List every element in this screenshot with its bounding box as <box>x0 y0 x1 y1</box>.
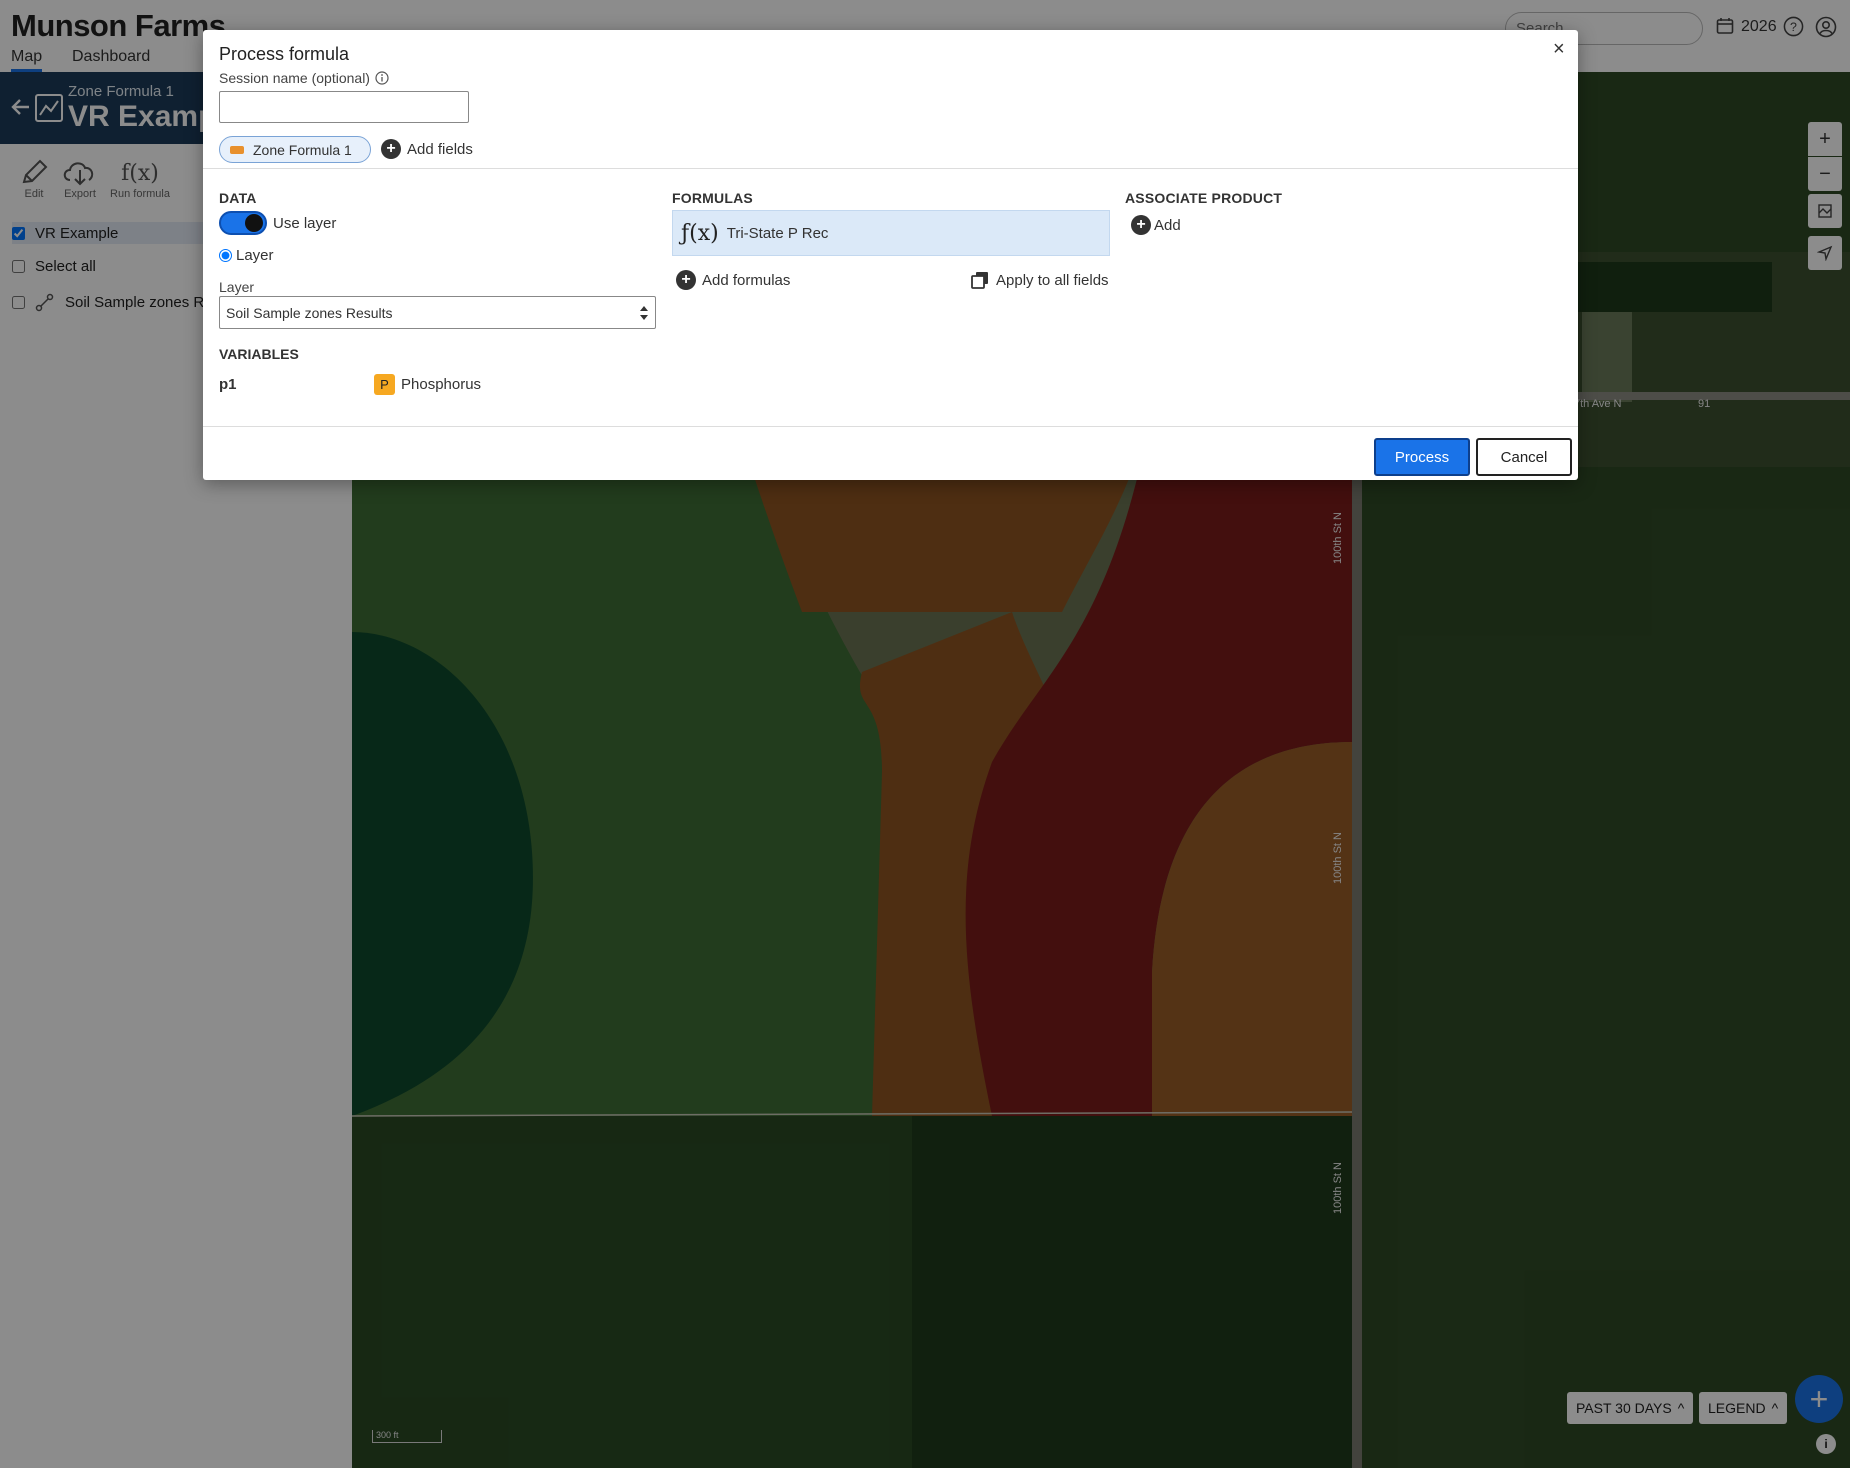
formula-item-label: Tri-State P Rec <box>726 224 829 242</box>
select-arrows-icon <box>640 305 648 320</box>
add-formulas-label: Add formulas <box>702 271 791 289</box>
process-button[interactable]: Process <box>1374 438 1470 476</box>
apply-to-all-label: Apply to all fields <box>996 271 1109 289</box>
add-formulas-button[interactable]: + Add formulas <box>676 270 790 290</box>
apply-to-all-fields-button[interactable]: Apply to all fields <box>970 270 1109 290</box>
add-fields-label: Add fields <box>407 140 473 158</box>
process-formula-dialog: Process formula × Session name (optional… <box>203 30 1578 480</box>
dialog-title: Process formula <box>219 44 350 64</box>
layer-radio-label: Layer <box>236 247 274 264</box>
data-section-title: DATA <box>219 190 257 206</box>
variables-section-title: VARIABLES <box>219 346 299 362</box>
associate-add-label: Add <box>1154 216 1181 234</box>
close-button[interactable]: × <box>1553 38 1565 61</box>
use-layer-toggle[interactable] <box>219 211 267 235</box>
session-name-label: Session name (optional) <box>219 70 389 86</box>
plus-circle-icon: + <box>676 270 696 290</box>
field-color-swatch <box>230 145 244 154</box>
layer-select-value: Soil Sample zones Results <box>226 304 393 321</box>
layer-radio-option[interactable]: Layer <box>219 247 274 264</box>
session-name-label-text: Session name (optional) <box>219 70 370 86</box>
associate-product-title: ASSOCIATE PRODUCT <box>1125 190 1283 206</box>
layer-radio[interactable] <box>219 249 232 262</box>
info-icon[interactable] <box>375 71 389 85</box>
session-name-input[interactable] <box>219 91 469 123</box>
variable-value[interactable]: Phosphorus <box>401 376 481 393</box>
variable-badge: P <box>374 374 395 395</box>
divider <box>203 168 1578 169</box>
formulas-section-title: FORMULAS <box>672 190 753 206</box>
formula-item[interactable]: ƒ(x) Tri-State P Rec <box>672 210 1110 256</box>
field-chip[interactable]: Zone Formula 1 <box>219 136 371 163</box>
layer-select-label: Layer <box>219 279 255 295</box>
field-chip-label: Zone Formula 1 <box>253 141 352 158</box>
plus-circle-icon: + <box>1131 215 1151 235</box>
function-icon: ƒ(x) <box>681 220 719 246</box>
toggle-knob <box>245 214 263 232</box>
variable-name: p1 <box>219 376 237 393</box>
plus-circle-icon: + <box>381 139 401 159</box>
layer-select[interactable]: Soil Sample zones Results <box>219 296 656 329</box>
copy-icon <box>971 272 988 289</box>
divider <box>203 426 1578 427</box>
use-layer-label: Use layer <box>273 214 337 232</box>
add-fields-button[interactable]: + Add fields <box>381 139 473 159</box>
use-layer-row: Use layer <box>219 211 336 235</box>
associate-product-add-button[interactable]: + Add <box>1131 215 1181 235</box>
cancel-button[interactable]: Cancel <box>1476 438 1572 476</box>
